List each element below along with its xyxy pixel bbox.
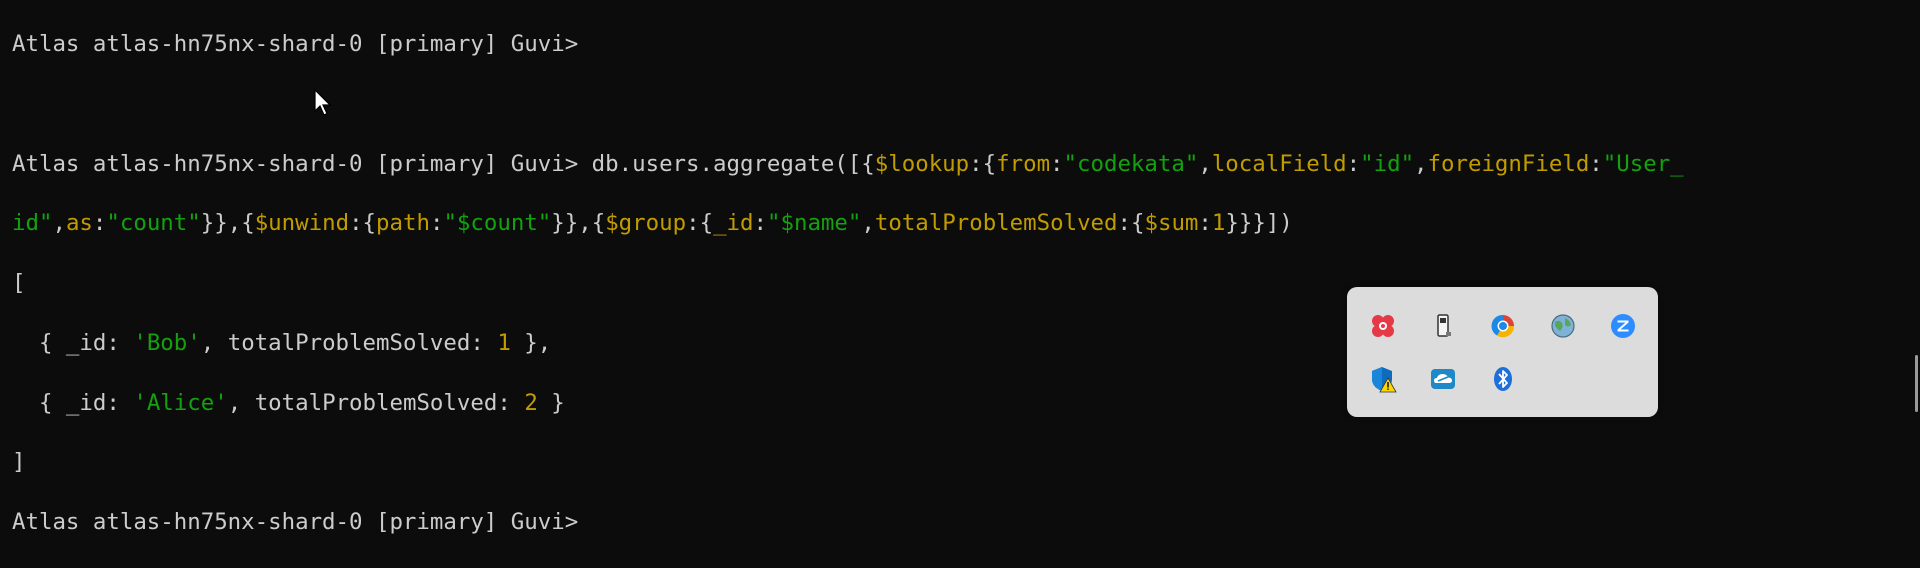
app-flower-icon[interactable] bbox=[1369, 312, 1397, 340]
terminal-output[interactable]: Atlas atlas-hn75nx-shard-0 [primary] Guv… bbox=[12, 0, 1892, 568]
command-name: db.users.aggregate bbox=[591, 150, 835, 177]
mouse-cursor-icon bbox=[314, 89, 332, 116]
prompt-line: Atlas atlas-hn75nx-shard-0 [primary] Guv… bbox=[12, 30, 1892, 60]
bluetooth-icon[interactable] bbox=[1489, 365, 1517, 393]
result-close-bracket: ] bbox=[12, 449, 26, 476]
security-warning-icon[interactable] bbox=[1369, 365, 1397, 393]
browser-icon[interactable] bbox=[1489, 312, 1517, 340]
system-tray-overflow bbox=[1347, 287, 1658, 417]
cloud-sync-icon[interactable] bbox=[1429, 365, 1457, 393]
command-line-2: id",as:"count"}},{$unwind:{path:"$count"… bbox=[12, 210, 1293, 237]
prompt-line: Atlas atlas-hn75nx-shard-0 [primary] Guv… bbox=[12, 508, 1892, 538]
network-globe-icon[interactable] bbox=[1549, 312, 1577, 340]
zoom-icon[interactable] bbox=[1609, 312, 1637, 340]
prompt: Atlas atlas-hn75nx-shard-0 [primary] Guv… bbox=[12, 509, 579, 536]
prompt: Atlas atlas-hn75nx-shard-0 [primary] Guv… bbox=[12, 30, 579, 57]
command-line-1: Atlas atlas-hn75nx-shard-0 [primary] Guv… bbox=[12, 150, 1684, 177]
prompt: Atlas atlas-hn75nx-shard-0 [primary] Guv… bbox=[12, 150, 579, 177]
usb-drive-icon[interactable] bbox=[1429, 312, 1457, 340]
scrollbar-thumb[interactable] bbox=[1915, 355, 1918, 412]
